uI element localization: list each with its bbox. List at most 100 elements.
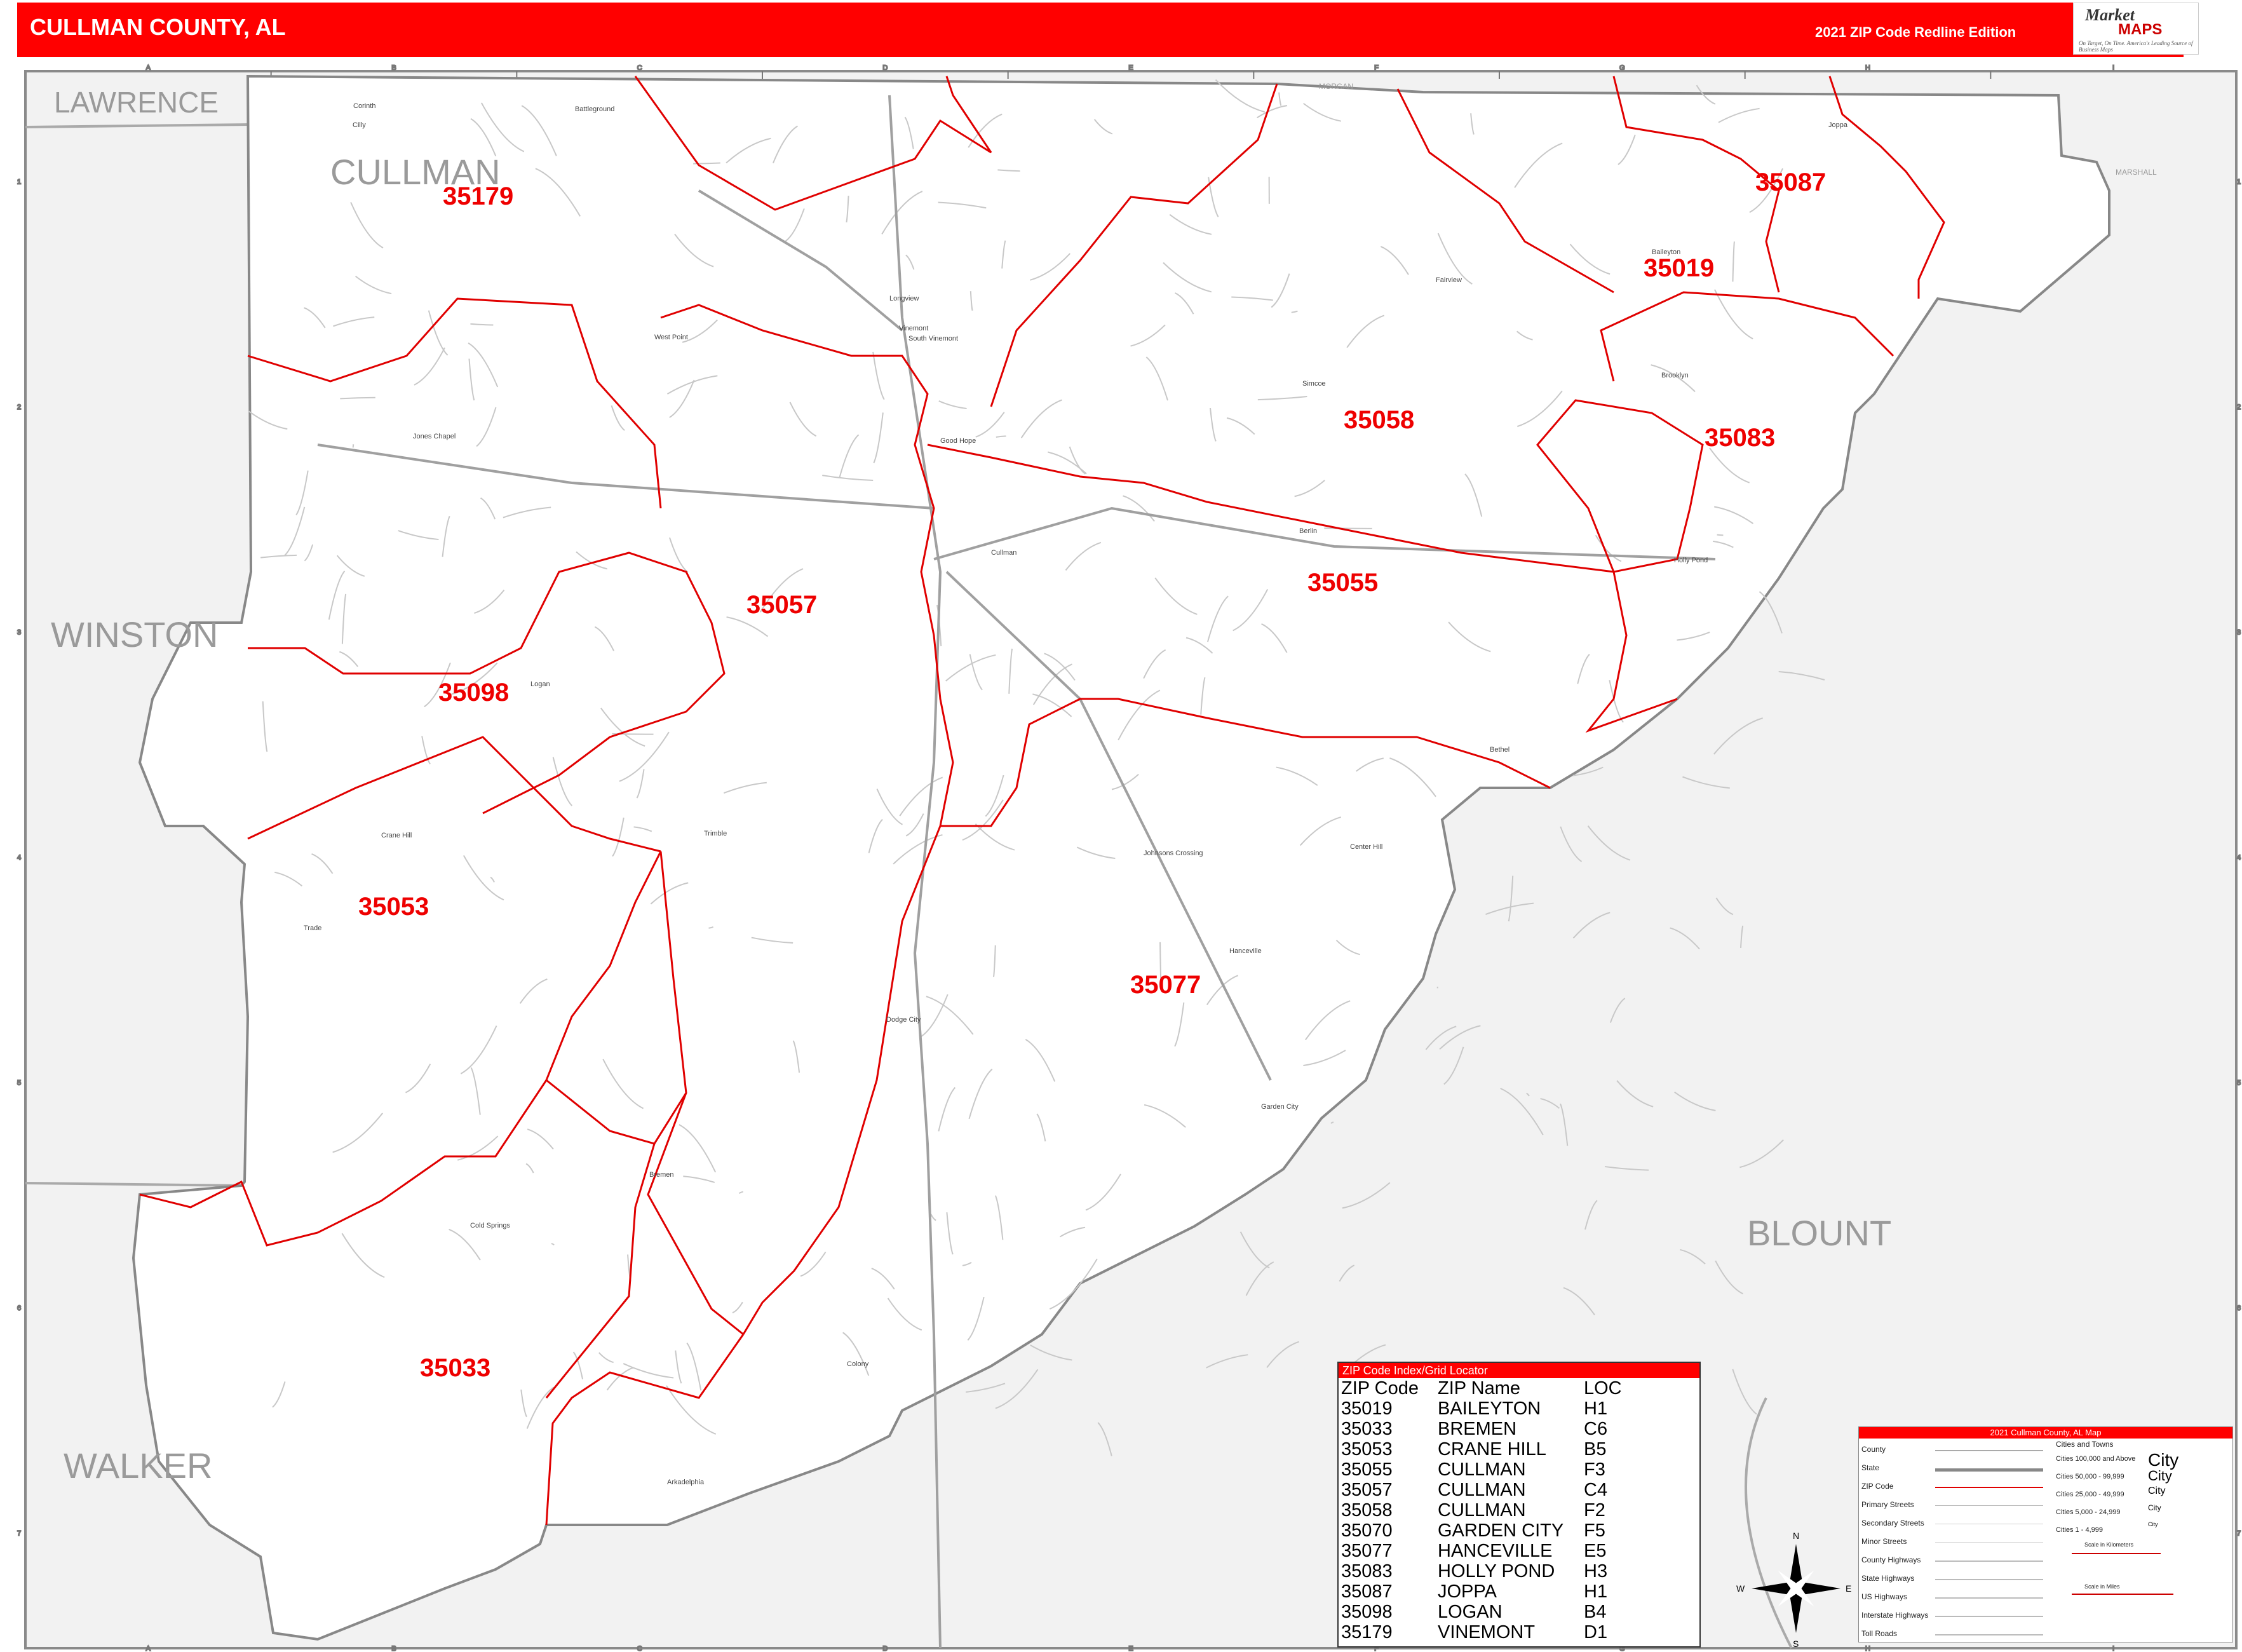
legend-city-class-label: Cities 100,000 and Above [2056, 1455, 2136, 1463]
grid-row-label: 3 [2237, 628, 2241, 636]
legend-line-sample [1935, 1542, 2043, 1543]
zip-code-cell: 35057 [1341, 1480, 1393, 1500]
zip-code-cell: 35083 [1341, 1561, 1393, 1581]
place-label: Arkadelphia [667, 1479, 705, 1486]
zip-name-cell: BAILEYTON [1438, 1398, 1541, 1419]
place-label: West Point [654, 334, 688, 341]
zip-label-35053: 35053 [358, 893, 429, 921]
zip-index-row: 35179 VINEMONT D1 [1341, 1622, 1622, 1642]
zip-name-cell: BREMEN [1438, 1419, 1517, 1439]
zip-name-cell: GARDEN CITY [1438, 1520, 1564, 1541]
place-label: Logan [530, 680, 550, 688]
loc-cell: F3 [1584, 1459, 1605, 1480]
grid-column-label: H [1865, 1645, 1870, 1652]
zip-name-cell: HOLLY POND [1438, 1561, 1555, 1581]
zip-index-row: 35019 BAILEYTON H1 [1341, 1398, 1622, 1419]
legend-line-sample [1935, 1487, 2043, 1488]
place-label: Colony [847, 1360, 869, 1368]
zip-code-cell: 35053 [1341, 1439, 1393, 1459]
map-canvas[interactable]: AABBCCDDEEFFGGHHII11223344556677 [0, 0, 2242, 1652]
county-label-marshall: MARSHALL [2116, 168, 2157, 177]
zip-name-cell: VINEMONT [1438, 1622, 1536, 1642]
zip-name-cell: CRANE HILL [1438, 1439, 1546, 1459]
zip-code-cell: 35087 [1341, 1581, 1393, 1602]
edition-label: 2021 ZIP Code Redline Edition [1815, 24, 2016, 40]
place-label: Johnsons Crossing [1144, 850, 1203, 857]
grid-row-label: 7 [17, 1530, 21, 1538]
legend-item-label: Interstate Highways [1861, 1611, 1929, 1620]
grid-row-label: 7 [2237, 1530, 2241, 1538]
place-label: Baileyton [1652, 248, 1680, 256]
compass-e: E [1846, 1583, 1851, 1594]
grid-column-label: E [1128, 1645, 1133, 1652]
legend-item-label: State [1861, 1463, 1880, 1472]
grid-column-label: I [2112, 64, 2114, 72]
logo-tagline: On Target, On Time. America's Leading So… [2079, 40, 2193, 53]
zip-index-header: ZIP Code [1341, 1378, 1419, 1398]
zip-index-row: 35070 GARDEN CITY F5 [1341, 1520, 1622, 1541]
county-label-lawrence: LAWRENCE [54, 86, 219, 119]
zip-index-table: ZIP Code ZIP Name LOC 35019 BAILEYTON H1 35… [1341, 1378, 1622, 1642]
legend-line-sample [1935, 1616, 2043, 1617]
scale-bar-mi [2072, 1594, 2173, 1595]
place-label: Corinth [353, 102, 375, 110]
zip-index-row: 35077 HANCEVILLE E5 [1341, 1541, 1622, 1561]
place-label: Cilly [353, 121, 366, 129]
map-legend: 2021 Cullman County, AL Map County State Z… [1858, 1426, 2233, 1642]
place-label: Fairview [1436, 276, 1462, 284]
zip-name-cell: CULLMAN [1438, 1480, 1526, 1500]
zip-index-header: ZIP Name [1438, 1378, 1521, 1398]
loc-cell: F2 [1584, 1500, 1605, 1520]
place-label: Crane Hill [381, 832, 412, 839]
loc-cell: C6 [1584, 1419, 1608, 1439]
loc-cell: C4 [1584, 1480, 1608, 1500]
grid-column-label: G [1619, 64, 1625, 72]
place-label: Berlin [1299, 527, 1317, 535]
loc-cell: D1 [1584, 1622, 1608, 1642]
zip-label-35033: 35033 [420, 1354, 490, 1382]
zip-label-35087: 35087 [1755, 168, 1826, 196]
zip-code-cell: 35055 [1341, 1459, 1393, 1480]
zip-index-title: ZIP Code Index/Grid Locator [1339, 1363, 1699, 1378]
zip-code-cell: 35033 [1341, 1419, 1393, 1439]
zip-name-cell: CULLMAN [1438, 1459, 1526, 1480]
loc-cell: B4 [1584, 1602, 1607, 1622]
zip-name-cell: CULLMAN [1438, 1500, 1526, 1520]
legend-line-sample [1935, 1634, 2043, 1635]
grid-row-label: 2 [2237, 403, 2241, 411]
place-label: Simcoe [1302, 380, 1326, 388]
zip-index-row: 35058 CULLMAN F2 [1341, 1500, 1622, 1520]
county-label-blount: BLOUNT [1747, 1213, 1891, 1253]
grid-column-label: D [882, 64, 888, 72]
legend-line-sample [1935, 1579, 2043, 1580]
place-label: Good Hope [940, 437, 976, 445]
grid-row-label: 3 [17, 628, 21, 636]
compass-s: S [1793, 1639, 1799, 1649]
legend-item-label: ZIP Code [1861, 1482, 1894, 1491]
zip-code-cell: 35179 [1341, 1622, 1393, 1642]
place-label: Battleground [575, 105, 614, 113]
legend-city-class-label: Cities 5,000 - 24,999 [2056, 1508, 2121, 1516]
grid-column-label: D [882, 1645, 888, 1652]
legend-cities-title: Cities and Towns [2056, 1440, 2114, 1449]
place-label: Center Hill [1350, 843, 1382, 851]
legend-item-label: Primary Streets [1861, 1500, 1914, 1509]
zip-label-35057: 35057 [746, 591, 817, 619]
zip-name-cell: HANCEVILLE [1438, 1541, 1553, 1561]
zip-name-cell: JOPPA [1438, 1581, 1497, 1602]
grid-row-label: 1 [17, 178, 21, 186]
grid-row-label: 5 [17, 1080, 21, 1087]
zip-name-cell: LOGAN [1438, 1602, 1503, 1622]
place-label: Garden City [1261, 1103, 1299, 1111]
loc-cell: H3 [1584, 1561, 1608, 1581]
grid-row-label: 5 [2237, 1080, 2241, 1087]
place-label: Hanceville [1229, 947, 1262, 955]
zip-code-cell: 35070 [1341, 1520, 1393, 1541]
zip-label-35077: 35077 [1130, 971, 1201, 999]
grid-column-label: B [391, 1645, 396, 1652]
grid-column-label: C [637, 64, 642, 72]
legend-scale-mi: Scale in Miles [2084, 1583, 2120, 1590]
loc-cell: H1 [1584, 1398, 1608, 1419]
zip-label-35179: 35179 [443, 182, 513, 210]
grid-column-label: A [146, 64, 151, 72]
